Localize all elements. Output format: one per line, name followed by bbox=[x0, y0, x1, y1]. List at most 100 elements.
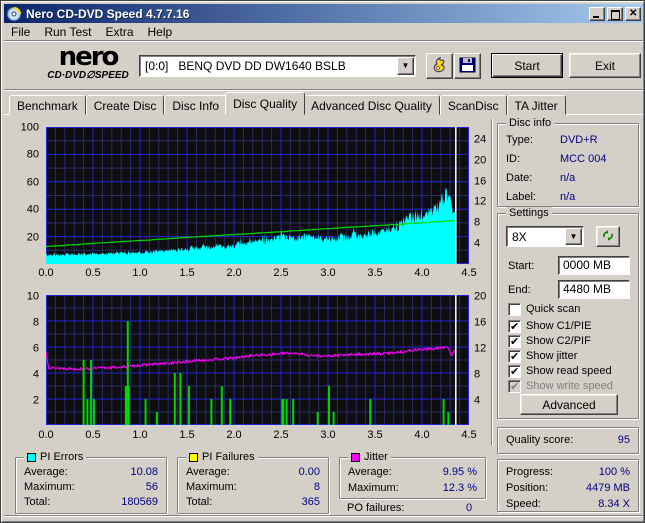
read-speed-right-axis: 4 8 12 16 20 24 bbox=[474, 133, 487, 250]
drive-select[interactable]: [0:0] BENQ DVD DD DW1640 BSLB ▼ bbox=[139, 55, 416, 77]
pi-errors-stats-title: PI Errors bbox=[40, 451, 84, 463]
tab-scandisc[interactable]: ScanDisc bbox=[439, 95, 507, 115]
menu-extra[interactable]: Extra bbox=[98, 24, 140, 40]
speed-select-value: 8X bbox=[512, 229, 527, 244]
nero-flame-icon bbox=[430, 56, 449, 77]
position-label: Position: bbox=[506, 482, 549, 494]
progress-value: 100 % bbox=[598, 466, 630, 478]
pi-errors-total-label: Total: bbox=[24, 496, 51, 508]
checkbox-icon bbox=[508, 334, 521, 348]
jitter-stats-title: Jitter bbox=[364, 451, 388, 463]
pi-failures-stats-title: PI Failures bbox=[202, 451, 255, 463]
disc-type-label: Type: bbox=[506, 134, 533, 146]
checkbox-show-jitter[interactable]: Show jitter bbox=[508, 349, 577, 363]
pi-errors-plot bbox=[46, 127, 469, 264]
advanced-button[interactable]: Advanced bbox=[520, 394, 618, 415]
nero-logo: nero CD·DVD∅SPEED bbox=[32, 44, 144, 81]
pi-errors-legend-swatch bbox=[27, 452, 36, 462]
checkbox-label: Show read speed bbox=[526, 365, 612, 377]
pi-failures-average-label: Average: bbox=[186, 466, 230, 478]
menu-run-test[interactable]: Run Test bbox=[37, 24, 98, 40]
checkbox-show-c2-pif[interactable]: Show C2/PIF bbox=[508, 334, 591, 348]
quality-score-value: 95 bbox=[617, 434, 630, 446]
nero-logo-text: nero bbox=[58, 42, 120, 72]
po-failures-label: PO failures: bbox=[347, 502, 405, 514]
pi-errors-x-axis: 0.0 0.5 1.0 1.5 2.0 2.5 3.0 3.5 4.0 4.5 bbox=[38, 267, 477, 279]
checkbox-icon bbox=[508, 364, 521, 378]
chevron-down-icon[interactable]: ▼ bbox=[565, 228, 582, 245]
checkbox-show-write-speed: Show write speed bbox=[508, 379, 613, 393]
menu-help[interactable]: Help bbox=[141, 24, 180, 40]
tab-advanced-disc-quality[interactable]: Advanced Disc Quality bbox=[303, 95, 440, 115]
start-button[interactable]: Start bbox=[491, 53, 563, 78]
tab-ta-jitter[interactable]: TA Jitter bbox=[506, 95, 566, 115]
statusbar bbox=[4, 515, 643, 522]
pi-failures-maximum-value: 8 bbox=[313, 481, 320, 493]
speed-label: Speed: bbox=[506, 498, 541, 510]
end-field[interactable]: 4480 MB bbox=[558, 280, 630, 299]
disc-label-label: Label: bbox=[506, 191, 536, 203]
menu-file[interactable]: File bbox=[4, 24, 37, 40]
jitter-average-label: Average: bbox=[348, 466, 392, 478]
quality-score-panel: Quality score: 95 bbox=[497, 427, 639, 454]
pi-errors-average-label: Average: bbox=[24, 466, 68, 478]
pi-failures-maximum-label: Maximum: bbox=[186, 481, 237, 493]
jitter-maximum-label: Maximum: bbox=[348, 482, 399, 494]
eject-button[interactable] bbox=[426, 53, 453, 79]
checkbox-label: Show jitter bbox=[526, 350, 578, 362]
pi-errors-left-axis: 20 40 60 80 100 bbox=[20, 121, 39, 244]
pi-failures-average-value: 0.00 bbox=[298, 466, 320, 478]
refresh-icon bbox=[601, 229, 615, 245]
titlebar[interactable]: Nero CD-DVD Speed 4.7.7.16 bbox=[4, 4, 643, 23]
checkbox-icon bbox=[508, 349, 521, 363]
chevron-down-icon[interactable]: ▼ bbox=[397, 57, 414, 75]
checkbox-icon bbox=[508, 319, 521, 333]
pi-errors-stats-panel: PI Errors Average: 10.08 Maximum: 56 Tot… bbox=[15, 451, 167, 514]
quality-score-label: Quality score: bbox=[506, 434, 574, 446]
start-field[interactable]: 0000 MB bbox=[558, 256, 630, 275]
speed-select[interactable]: 8X ▼ bbox=[506, 226, 584, 247]
jitter-stats-panel: Jitter Average: 9.95 % Maximum: 12.3 % bbox=[339, 451, 486, 499]
jitter-x-axis: 0.0 0.5 1.0 1.5 2.0 2.5 3.0 3.5 4.0 4.5 bbox=[38, 429, 477, 441]
progress-panel: Progress: 100 % Position: 4479 MB Speed:… bbox=[497, 459, 639, 512]
maximize-button[interactable] bbox=[607, 6, 623, 21]
window-title: Nero CD-DVD Speed 4.7.7.16 bbox=[26, 6, 190, 21]
end-field-label: End: bbox=[508, 284, 531, 296]
checkbox-show-c1-pie[interactable]: Show C1/PIE bbox=[508, 319, 591, 333]
settings-title: Settings bbox=[509, 207, 549, 219]
pi-failures-total-label: Total: bbox=[186, 496, 213, 508]
position-value: 4479 MB bbox=[585, 482, 630, 494]
tab-bar: Benchmark Create Disc Disc Info Disc Qua… bbox=[9, 92, 566, 115]
checkbox-quick-scan[interactable]: Quick scan bbox=[508, 302, 580, 316]
tab-benchmark[interactable]: Benchmark bbox=[9, 95, 86, 115]
disc-date-value: n/a bbox=[560, 172, 576, 184]
disc-id-value: MCC 004 bbox=[560, 153, 607, 165]
minimize-button[interactable] bbox=[589, 6, 605, 21]
cd-dvd-speed-logo-text: CD·DVD∅SPEED bbox=[47, 70, 129, 81]
po-failures-value: 0 bbox=[466, 502, 473, 514]
disc-type-value: DVD+R bbox=[560, 134, 598, 146]
checkbox-icon bbox=[508, 379, 521, 393]
pi-errors-maximum-label: Maximum: bbox=[24, 481, 75, 493]
checkbox-icon bbox=[508, 302, 521, 316]
floppy-save-icon bbox=[458, 57, 477, 77]
close-button[interactable] bbox=[625, 6, 641, 21]
checkbox-label: Show C1/PIE bbox=[526, 320, 592, 332]
speed-value: 8.34 X bbox=[598, 498, 630, 510]
jitter-maximum-value: 12.3 % bbox=[442, 482, 477, 494]
pi-failures-stats-panel: PI Failures Average: 0.00 Maximum: 8 Tot… bbox=[177, 451, 329, 514]
pi-errors-average-value: 10.08 bbox=[130, 466, 158, 478]
checkbox-show-read-speed[interactable]: Show read speed bbox=[508, 364, 612, 378]
tab-create-disc[interactable]: Create Disc bbox=[85, 95, 165, 115]
jitter-right-axis: 4 8 12 16 20 bbox=[474, 290, 487, 407]
pi-errors-maximum-value: 56 bbox=[145, 481, 158, 493]
exit-button[interactable]: Exit bbox=[569, 53, 641, 78]
jitter-average-value: 9.95 % bbox=[442, 466, 477, 478]
drive-select-value: [0:0] BENQ DVD DD DW1640 BSLB bbox=[145, 59, 346, 73]
save-button[interactable] bbox=[454, 53, 481, 79]
tab-disc-quality[interactable]: Disc Quality bbox=[225, 92, 306, 115]
tab-disc-info[interactable]: Disc Info bbox=[164, 95, 228, 115]
disc-date-label: Date: bbox=[506, 172, 533, 184]
disc-id-label: ID: bbox=[506, 153, 521, 165]
refresh-button[interactable] bbox=[596, 226, 620, 247]
